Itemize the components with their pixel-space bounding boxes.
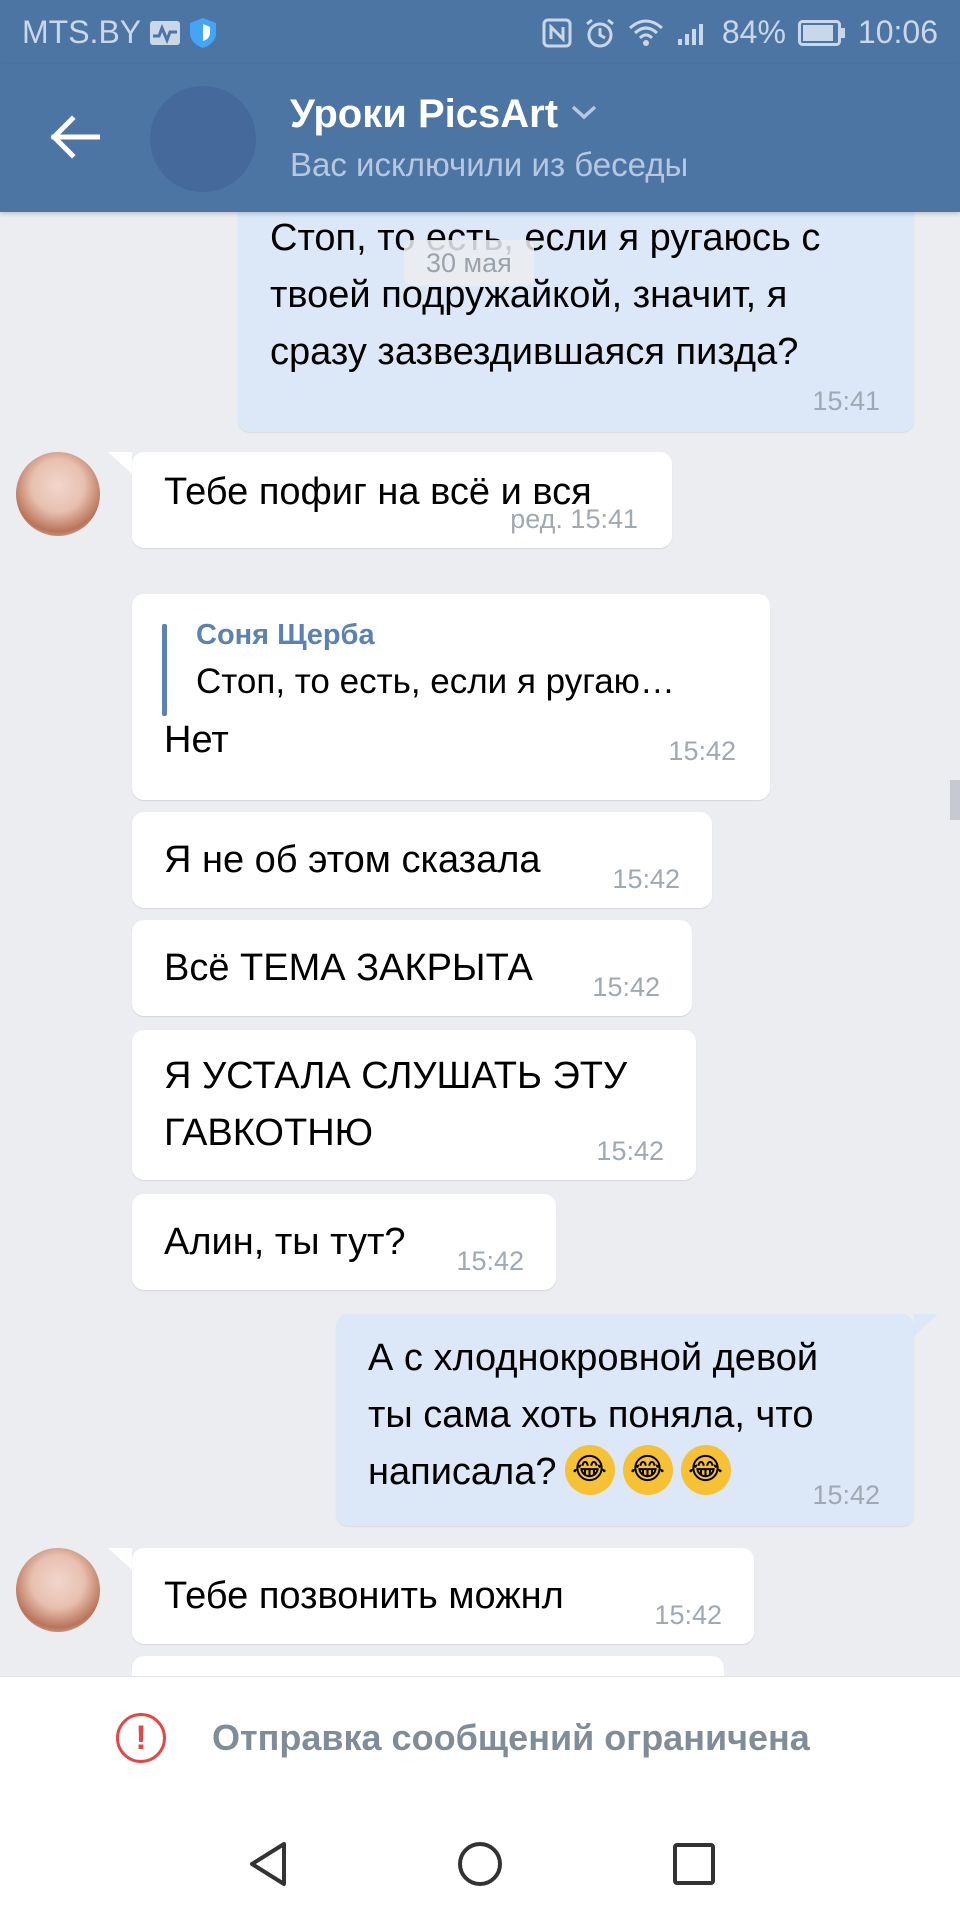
reply-quote-bar	[162, 624, 167, 716]
message-text: Я УСТАЛА СЛУШАТЬ ЭТУ ГАВКОТНЮ	[164, 1048, 627, 1162]
restricted-banner: ! Отправка сообщений ограничена	[0, 1676, 960, 1805]
message-time: 15:42	[668, 736, 736, 766]
shield-icon	[189, 17, 217, 49]
message-text: Нет	[164, 719, 229, 761]
chevron-down-icon	[570, 103, 598, 126]
message-line: Стоп, то есть, если я ругаюсь с	[270, 217, 821, 259]
message-incoming[interactable]: Алин, ты тут? 15:42	[132, 1194, 556, 1290]
message-line-text: написала?	[368, 1451, 557, 1493]
clock: 10:06	[857, 14, 938, 50]
date-separator: 30 мая	[404, 240, 534, 286]
nav-home-button[interactable]	[450, 1834, 510, 1894]
bubble-tail	[914, 1314, 938, 1336]
message-time: 15:42	[596, 1136, 664, 1166]
message-incoming-partial[interactable]	[132, 1656, 724, 1676]
message-time: 15:42	[456, 1246, 524, 1276]
message-text: Всё ТЕМА ЗАКРЫТА	[164, 947, 533, 989]
sender-avatar[interactable]	[16, 1548, 100, 1632]
battery-icon	[797, 19, 846, 46]
message-outgoing[interactable]: А с хлоднокровной девой ты сама хоть пон…	[336, 1314, 914, 1526]
message-incoming[interactable]: Тебе позвонить можнл 15:42	[132, 1548, 754, 1644]
message-time: ред. 15:41	[510, 504, 638, 534]
carrier-label: MTS.BY	[22, 14, 142, 50]
bubble-tail	[108, 1548, 132, 1570]
chat-avatar[interactable]	[150, 86, 256, 192]
nav-recents-button[interactable]	[664, 1834, 724, 1894]
tears-of-joy-emoji: 😂	[680, 1444, 731, 1495]
back-arrow-icon	[50, 115, 100, 159]
message-time: 15:41	[812, 386, 880, 416]
tears-of-joy-emoji: 😂	[564, 1444, 615, 1495]
nav-back-button[interactable]	[238, 1834, 298, 1894]
chat-title-row[interactable]: Уроки PicsArt	[290, 92, 598, 137]
message-line: сразу зазвездившаяся пизда?	[270, 331, 799, 373]
back-button[interactable]	[44, 106, 106, 168]
sender-avatar[interactable]	[16, 452, 100, 536]
message-time: 15:42	[612, 864, 680, 894]
reply-author[interactable]: Соня Щерба	[196, 618, 375, 652]
scrollbar-thumb[interactable]	[950, 780, 960, 820]
status-bar: MTS.BY 84% 10:06	[0, 0, 960, 64]
activity-icon	[149, 20, 181, 46]
restricted-message: Отправка сообщений ограничена	[212, 1717, 810, 1758]
message-incoming[interactable]: Всё ТЕМА ЗАКРЫТА 15:42	[132, 920, 692, 1016]
bubble-tail	[108, 452, 132, 474]
alarm-icon	[584, 17, 616, 49]
message-time: 15:42	[654, 1600, 722, 1630]
square-recents-icon	[673, 1843, 715, 1885]
wifi-icon	[628, 18, 664, 48]
chat-header: Уроки PicsArt Вас исключили из беседы	[0, 64, 960, 212]
message-incoming[interactable]: Я УСТАЛА СЛУШАТЬ ЭТУ ГАВКОТНЮ 15:42	[132, 1030, 696, 1180]
tears-of-joy-emoji: 😂	[622, 1444, 673, 1495]
message-outgoing[interactable]: Стоп, то есть, если я ругаюсь с твоей по…	[238, 212, 914, 432]
message-text: А с хлоднокровной девой ты сама хоть пон…	[368, 1330, 818, 1501]
triangle-back-icon	[250, 1842, 286, 1886]
message-text: Стоп, то есть, если я ругаюсь с твоей по…	[270, 212, 820, 381]
message-text: Я не об этом сказала	[164, 839, 541, 881]
message-incoming-reply[interactable]: Соня Щерба Стоп, то есть, если я ругаю… …	[132, 594, 770, 800]
circle-home-icon	[458, 1842, 502, 1886]
message-time: 15:42	[812, 1480, 880, 1510]
message-line: ГАВКОТНЮ	[164, 1112, 374, 1154]
message-line: твоей подружайкой, значит, я	[270, 274, 788, 316]
message-list[interactable]: Стоп, то есть, если я ругаюсь с твоей по…	[0, 212, 960, 1676]
message-line: ты сама хоть поняла, что	[368, 1394, 814, 1436]
nfc-icon	[542, 18, 572, 48]
system-nav-bar	[0, 1804, 960, 1920]
reply-text[interactable]: Стоп, то есть, если я ругаю…	[196, 660, 675, 704]
message-time: 15:42	[592, 972, 660, 1002]
message-incoming[interactable]: Тебе пофиг на всё и вся ред. 15:41	[132, 452, 672, 548]
chat-title: Уроки PicsArt	[290, 92, 559, 136]
message-incoming[interactable]: Я не об этом сказала 15:42	[132, 812, 712, 908]
exclamation-circle-icon: !	[116, 1713, 166, 1763]
message-line: Я УСТАЛА СЛУШАТЬ ЭТУ	[164, 1055, 628, 1097]
message-line: написала? 😂 😂 😂	[368, 1444, 818, 1501]
message-line: А с хлоднокровной девой	[368, 1337, 819, 1379]
message-text: Тебе позвонить можнл	[164, 1575, 564, 1617]
message-text: Алин, ты тут?	[164, 1221, 406, 1263]
battery-percent: 84%	[721, 14, 786, 50]
chat-subtitle: Вас исключили из беседы	[290, 146, 689, 183]
signal-icon	[676, 19, 710, 47]
